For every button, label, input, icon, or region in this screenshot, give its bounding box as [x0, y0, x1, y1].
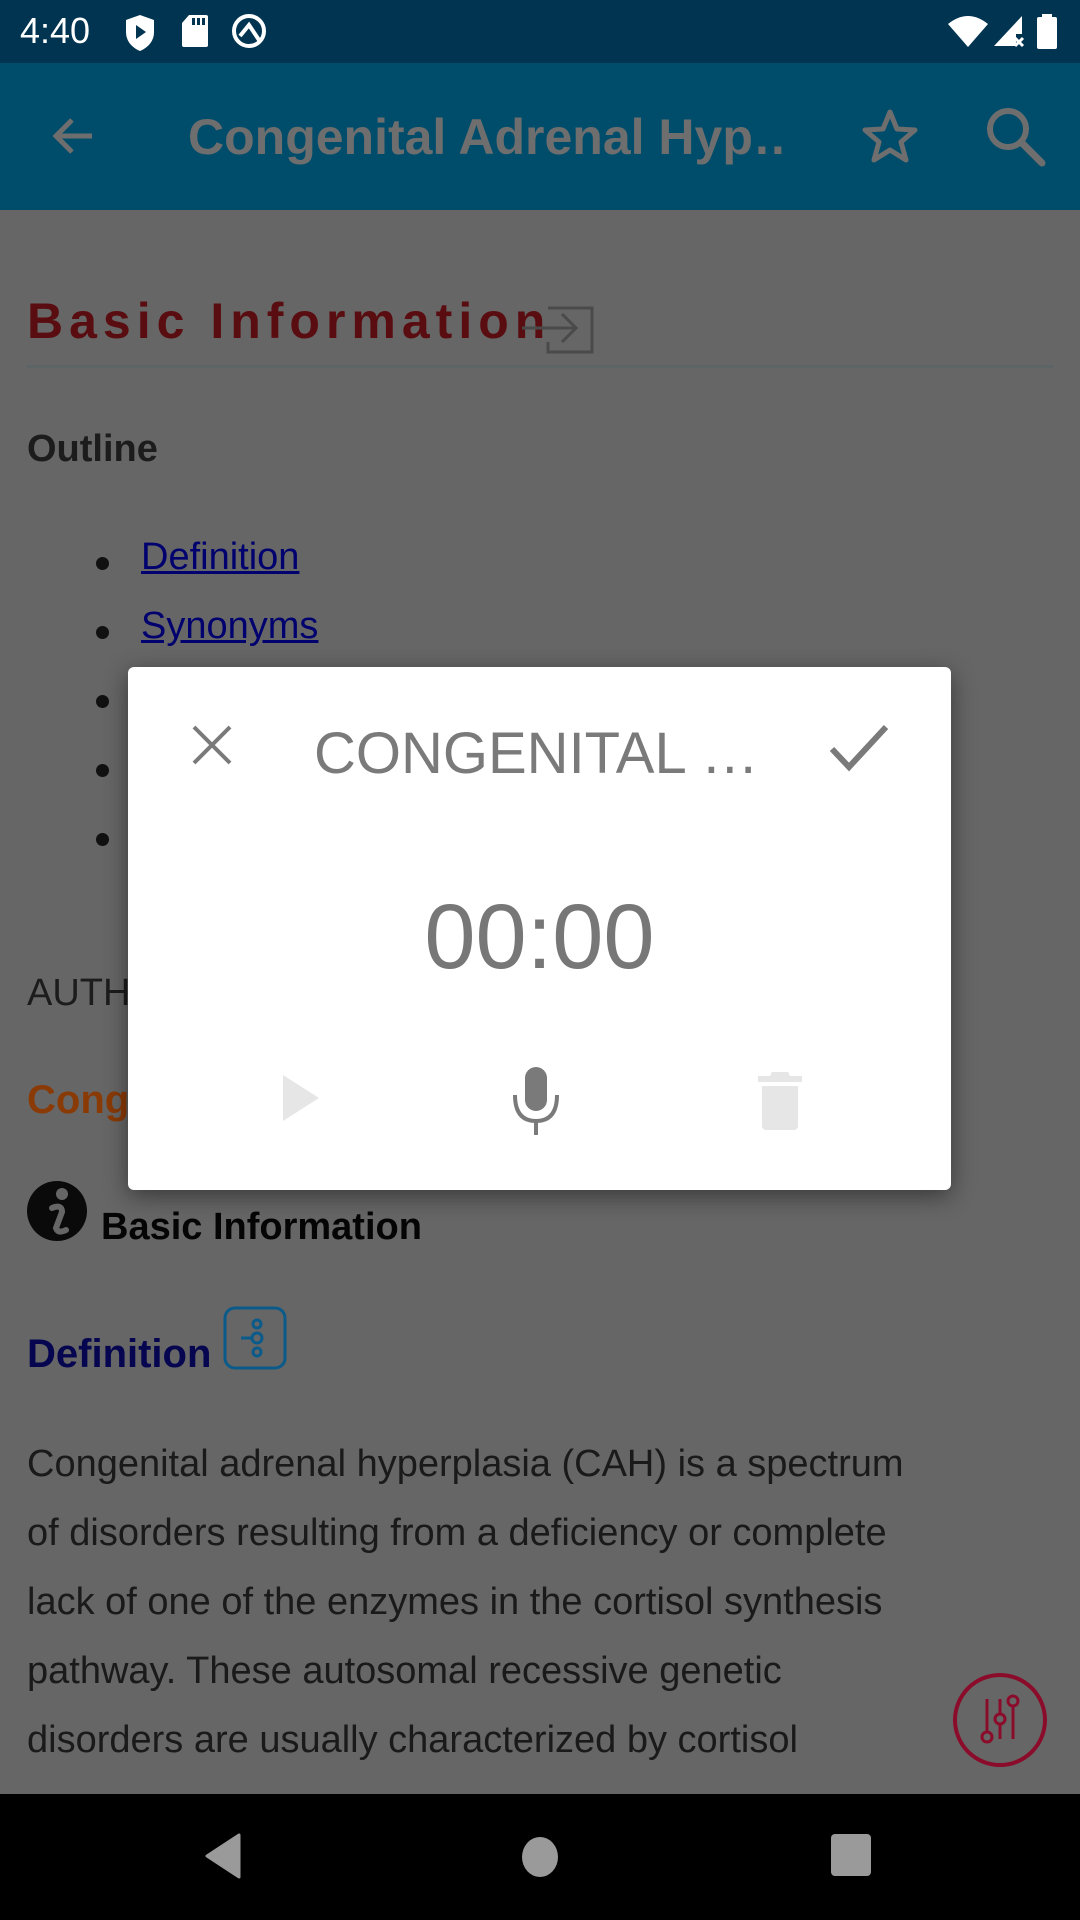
dialog-title: CONGENITAL …: [314, 721, 759, 786]
system-nav-bar: [0, 1794, 1080, 1920]
recording-timer: 00:00: [424, 886, 655, 988]
microphone-icon[interactable]: [511, 1065, 561, 1137]
close-icon[interactable]: [190, 723, 234, 767]
play-icon[interactable]: [281, 1073, 321, 1123]
home-circle-icon[interactable]: [520, 1834, 560, 1880]
battery-icon: [1037, 14, 1057, 49]
voice-note-dialog: CONGENITAL … 00:00: [128, 667, 951, 1190]
data-saver-icon: [232, 14, 266, 48]
delete-icon[interactable]: [756, 1070, 804, 1132]
wifi-icon: [948, 16, 988, 47]
status-bar: 4:40: [0, 0, 1080, 63]
check-icon[interactable]: [828, 723, 890, 773]
status-time: 4:40: [20, 10, 91, 51]
sd-card-icon: [182, 15, 208, 47]
play-protect-icon: [126, 15, 154, 51]
recents-square-icon[interactable]: [830, 1833, 872, 1877]
cell-signal-no-data-icon: [994, 16, 1025, 48]
back-triangle-icon[interactable]: [203, 1832, 243, 1880]
